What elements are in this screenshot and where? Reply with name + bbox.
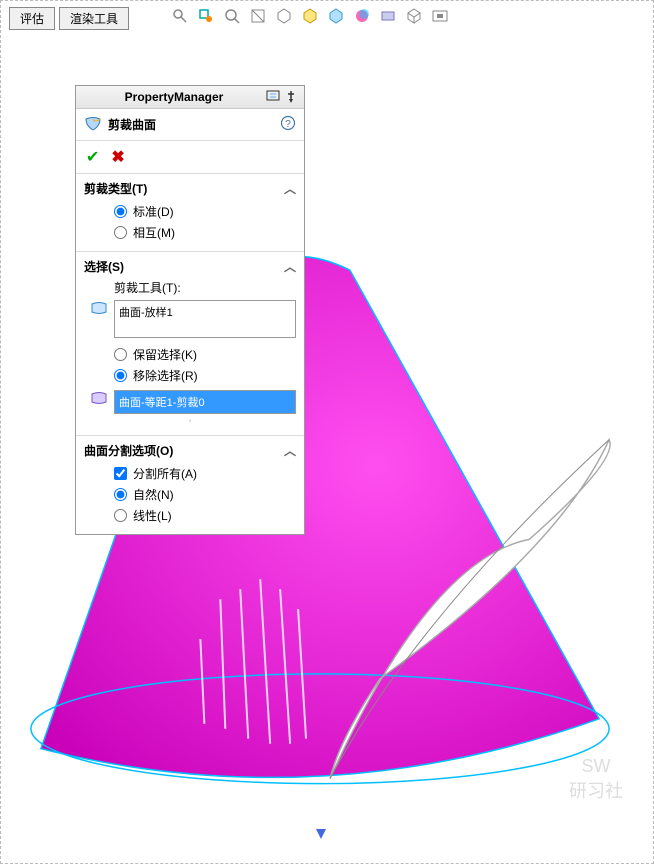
check-split-all[interactable]: 分割所有(A) [84,463,296,484]
zoom-fit-icon[interactable] [171,7,189,25]
radio-remove[interactable]: 移除选择(R) [84,365,296,386]
resize-handle-icon[interactable]: ◦ [84,414,296,427]
radio-natural-input[interactable] [114,488,127,501]
radio-mutual-input[interactable] [114,226,127,239]
split-options-label: 曲面分割选项(O) [84,442,173,459]
display-style-icon[interactable] [301,7,319,25]
radio-linear-input[interactable] [114,509,127,522]
collapse-icon[interactable]: ︿ [284,442,296,459]
svg-text:?: ? [285,119,291,130]
collapse-icon[interactable]: ︿ [284,258,296,275]
trim-tools-label: 剪裁工具(T): [84,279,296,300]
radio-linear[interactable]: 线性(L) [84,505,296,526]
view-toolbar [171,7,449,25]
pm-title: PropertyManager [82,90,266,104]
feature-name: 剪裁曲面 [108,116,156,133]
cancel-icon[interactable]: ✖ [111,147,124,167]
menu-render-tools[interactable]: 渲染工具 [59,7,129,30]
check-split-all-input[interactable] [114,467,127,480]
screen-capture-icon[interactable] [431,7,449,25]
edit-appearance-icon[interactable] [353,7,371,25]
pm-confirm-row: ✔ ✖ [76,141,304,174]
help-icon[interactable]: ? [280,115,296,134]
trim-tool-entry[interactable]: 曲面-放样1 [119,304,291,320]
apply-scene-icon[interactable] [379,7,397,25]
radio-keep-input[interactable] [114,348,127,361]
radio-standard-input[interactable] [114,205,127,218]
radio-standard[interactable]: 标准(D) [84,201,296,222]
trim-type-label: 剪裁类型(T) [84,180,147,197]
origin-arrow-icon [316,829,326,839]
surface-select-icon [90,300,108,318]
view-settings-icon[interactable] [405,7,423,25]
pm-feature-header: 剪裁曲面 ? [76,109,304,141]
pieces-listbox[interactable]: 曲面-等距1-剪裁0 [114,390,296,414]
collapse-icon[interactable]: ︿ [284,180,296,197]
radio-mutual[interactable]: 相互(M) [84,222,296,243]
zoom-area-icon[interactable] [197,7,215,25]
ok-icon[interactable]: ✔ [86,147,99,167]
radio-natural[interactable]: 自然(N) [84,484,296,505]
previous-view-icon[interactable] [223,7,241,25]
property-manager-panel: PropertyManager 剪裁曲面 ? ✔ ✖ 剪裁类型(T) ︿ 标准(… [75,85,305,535]
watermark: SW 研习社 [569,756,623,803]
section-trim-type: 剪裁类型(T) ︿ 标准(D) 相互(M) [76,174,304,252]
section-view-icon[interactable] [249,7,267,25]
pieces-select-icon [90,390,108,408]
section-selection: 选择(S) ︿ 剪裁工具(T): 曲面-放样1 保留选择(K) 移除选择(R) … [76,252,304,436]
menu-evaluate[interactable]: 评估 [9,7,55,30]
hide-show-icon[interactable] [327,7,345,25]
pin-icon[interactable] [284,90,298,104]
top-menu: 评估 渲染工具 [9,7,129,30]
pieces-entry[interactable]: 曲面-等距1-剪裁0 [119,394,291,410]
view-orient-icon[interactable] [275,7,293,25]
radio-remove-input[interactable] [114,369,127,382]
trim-surface-icon [84,116,102,134]
trim-tools-listbox[interactable]: 曲面-放样1 [114,300,296,338]
section-split-options: 曲面分割选项(O) ︿ 分割所有(A) 自然(N) 线性(L) [76,436,304,534]
selection-label: 选择(S) [84,258,124,275]
pm-header: PropertyManager [76,86,304,109]
keep-visible-icon[interactable] [266,90,280,104]
radio-keep[interactable]: 保留选择(K) [84,344,296,365]
